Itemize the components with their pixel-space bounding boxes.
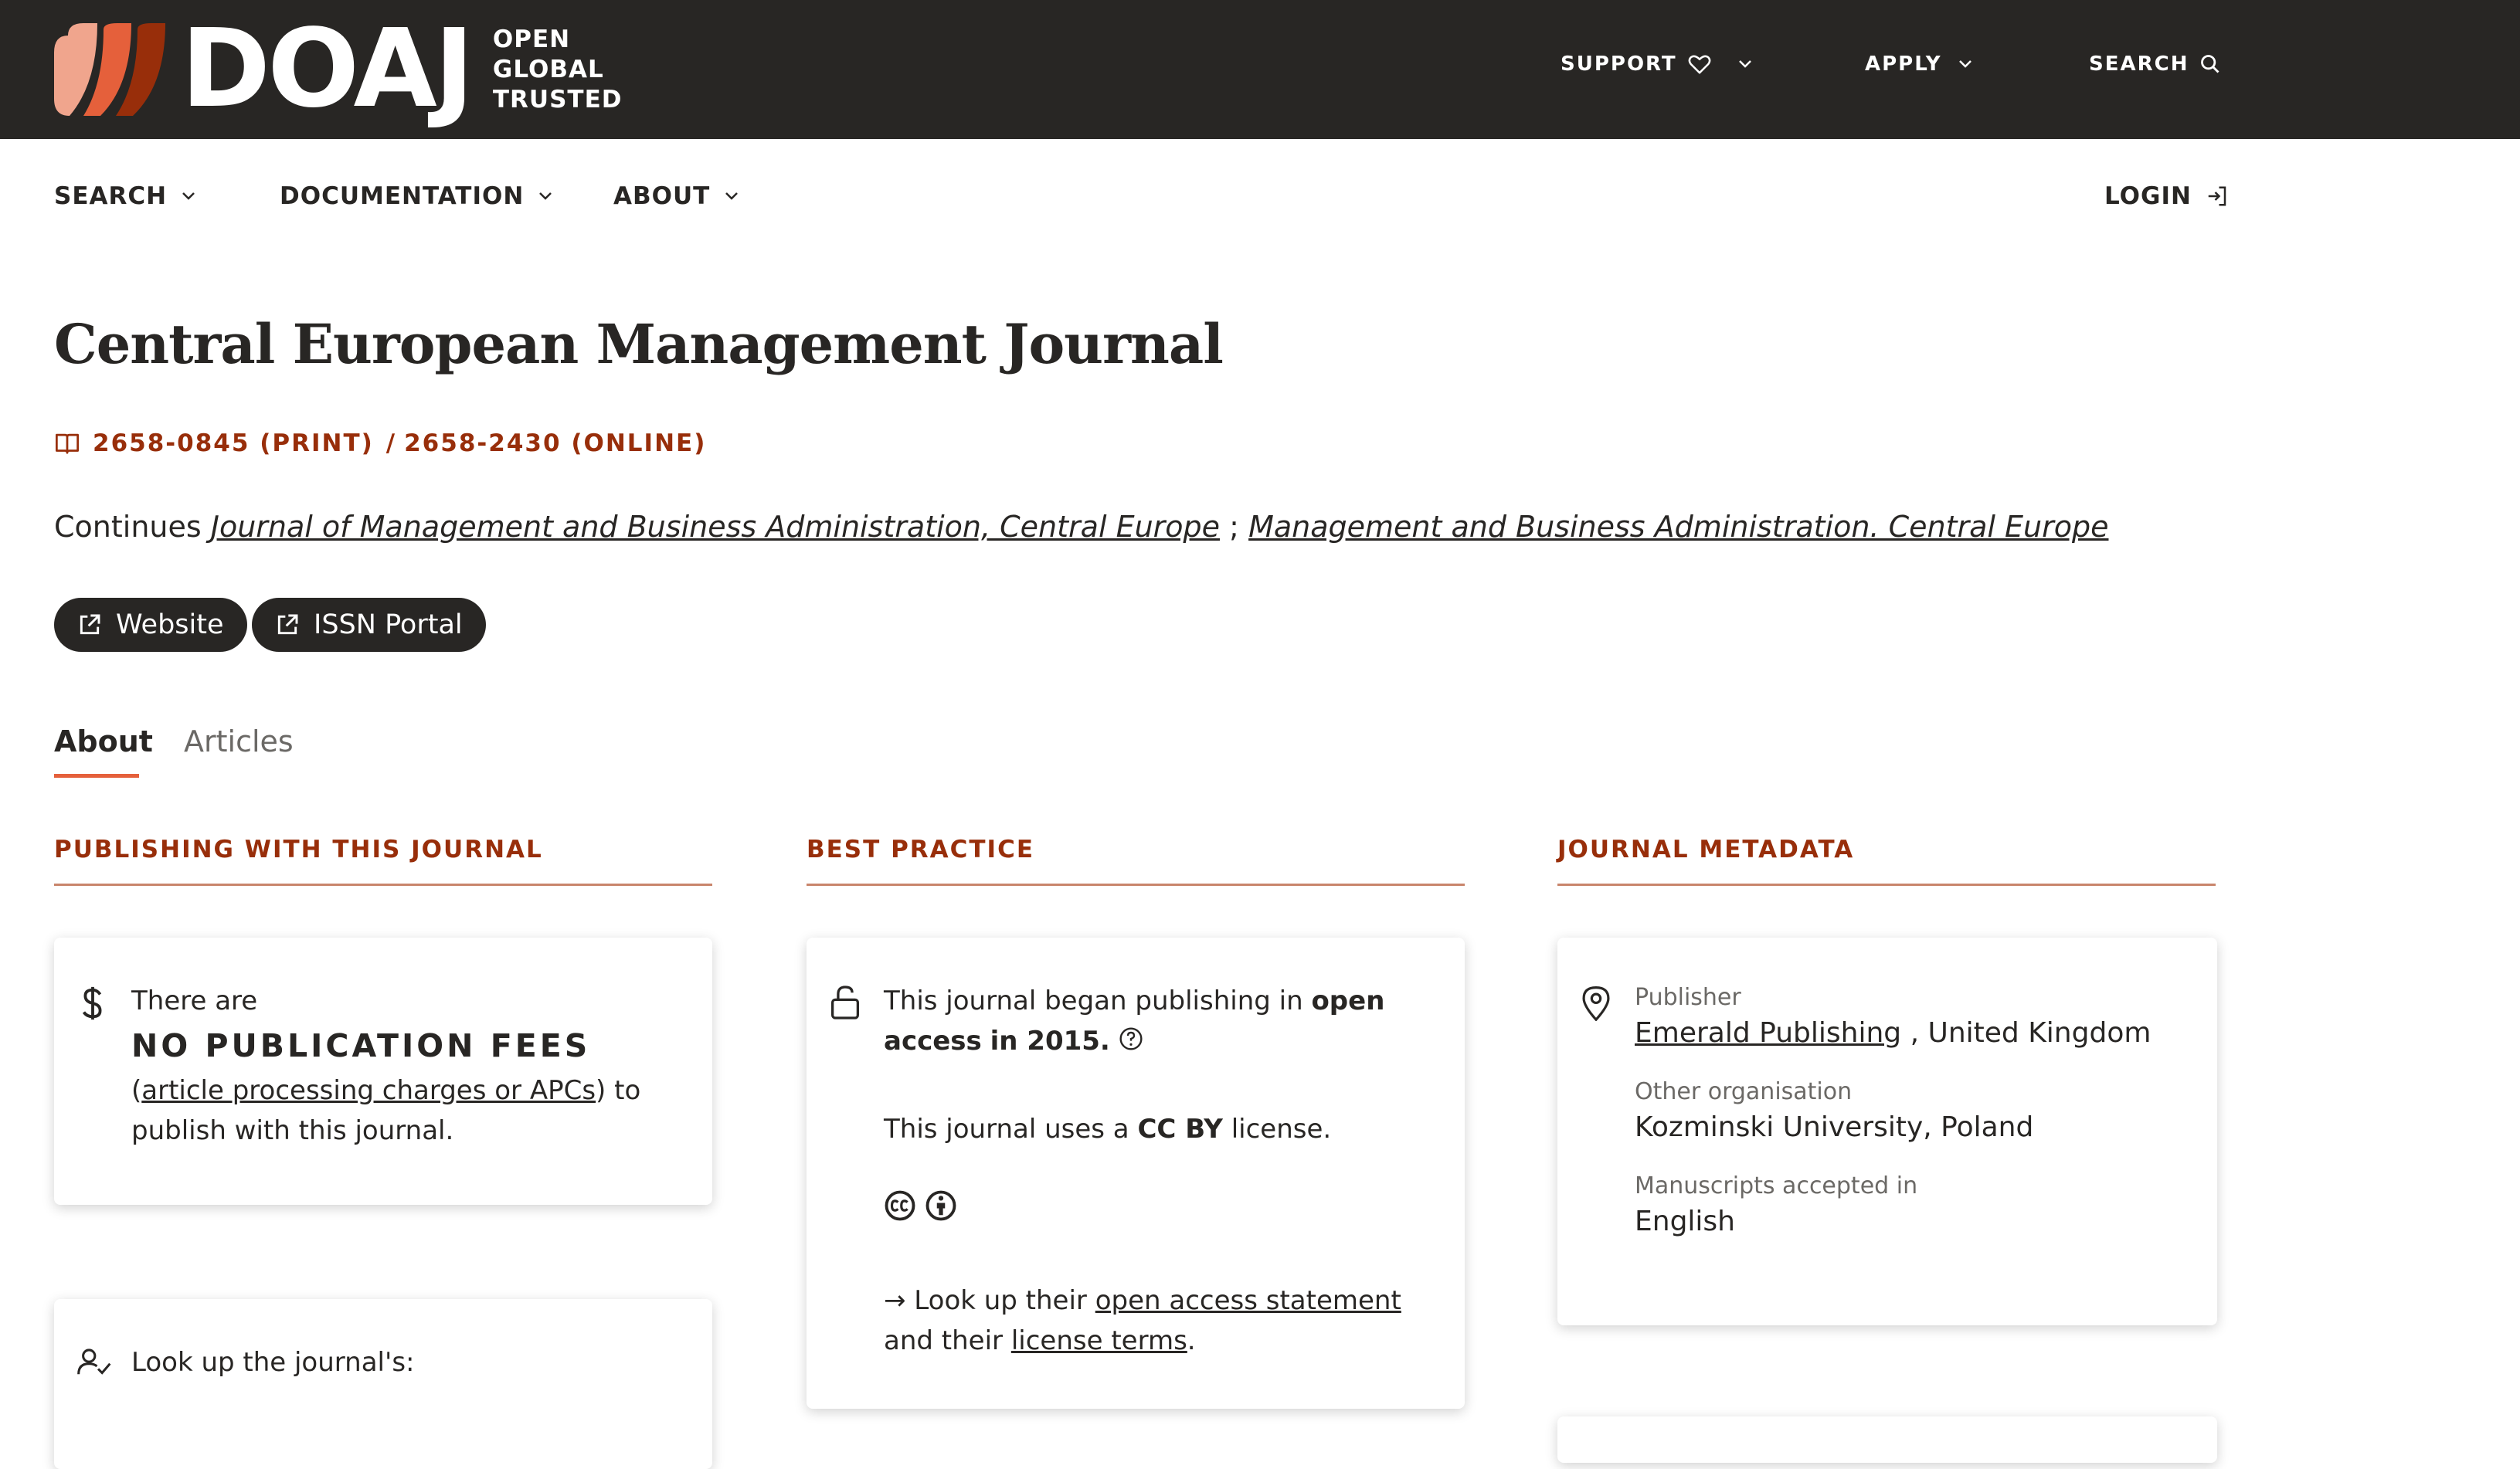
section-heading-metadata: JOURNAL METADATA	[1557, 836, 2216, 886]
license-bold: CC BY	[1137, 1114, 1223, 1145]
topnav-apply-label: APPLY	[1865, 53, 1942, 76]
tagline-global: GLOBAL	[492, 55, 604, 83]
fees-tail: publish with this journal.	[131, 1115, 454, 1146]
topnav-apply[interactable]: APPLY	[1865, 53, 1973, 76]
manuscripts-label: Manuscripts accepted in	[1635, 1172, 1918, 1199]
publisher-value: Emerald Publishing , United Kingdom	[1635, 1015, 2151, 1052]
doaj-logo[interactable]: DOAJ OPEN GLOBAL TRUSTED	[53, 15, 623, 124]
lookup-card: Look up the journal's:	[54, 1299, 712, 1469]
issn-print: 2658-0845 (PRINT)	[93, 429, 374, 457]
fees-card: There are NO PUBLICATION FEES (article p…	[54, 938, 712, 1205]
license-prefix: This journal uses a	[884, 1114, 1129, 1145]
topnav-search[interactable]: SEARCH	[2089, 53, 2221, 76]
lookup-statement-text: → Look up their open access statement an…	[884, 1281, 1455, 1361]
publisher-link[interactable]: Emerald Publishing	[1635, 1017, 1901, 1049]
subnav-documentation[interactable]: DOCUMENTATION	[280, 182, 553, 210]
subnav-documentation-label: DOCUMENTATION	[280, 182, 525, 210]
fees-text: There are NO PUBLICATION FEES (article p…	[131, 981, 640, 1151]
license-suffix: license.	[1231, 1114, 1332, 1145]
section-heading-best-practice: BEST PRACTICE	[807, 836, 1465, 886]
metadata-list: Publisher Emerald Publishing , United Ki…	[1635, 981, 2151, 1240]
license-terms-link[interactable]: license terms	[1011, 1325, 1187, 1356]
oa-prefix: This journal began publishing in	[884, 986, 1303, 1016]
continues-separator: ;	[1229, 510, 1239, 544]
logo-mark-icon	[54, 23, 165, 116]
book-icon	[56, 433, 79, 454]
publisher-label: Publisher	[1635, 984, 1741, 1011]
dollar-icon	[82, 986, 102, 1020]
chevron-down-icon	[1738, 60, 1751, 68]
lookup-and: and	[884, 1325, 933, 1356]
topnav-support-label: SUPPORT	[1561, 53, 1677, 76]
continues-link-2[interactable]: Management and Business Administration. …	[1248, 510, 2108, 544]
topnav-support[interactable]: SUPPORT	[1561, 53, 1753, 76]
subnav-search-label: SEARCH	[54, 182, 168, 210]
other-org-label: Other organisation	[1635, 1078, 1853, 1105]
website-button-label: Website	[116, 609, 224, 640]
publisher-country: , United Kingdom	[1910, 1017, 2152, 1049]
search-icon	[2201, 55, 2219, 73]
login-link[interactable]: LOGIN	[2104, 182, 2229, 210]
subnav-about-label: ABOUT	[613, 182, 711, 210]
login-label: LOGIN	[2104, 182, 2192, 210]
section-heading-publishing: PUBLISHING WITH THIS JOURNAL	[54, 836, 712, 886]
no-fees-heading: NO PUBLICATION FEES	[131, 1027, 591, 1064]
by-attribution-icon	[925, 1190, 956, 1221]
logo-wordmark: DOAJ	[181, 6, 474, 132]
metadata-card-next	[1557, 1416, 2217, 1463]
issn-separator: /	[385, 429, 397, 457]
tagline-open: OPEN	[492, 25, 571, 53]
fees-open-paren: (	[131, 1075, 142, 1106]
open-access-text: This journal began publishing in open ac…	[884, 981, 1440, 1061]
subnav-about[interactable]: ABOUT	[613, 182, 739, 210]
continues-line: Continues Journal of Management and Busi…	[54, 510, 2108, 544]
continues-prefix: Continues	[54, 510, 202, 544]
metadata-card: Publisher Emerald Publishing , United Ki…	[1557, 938, 2217, 1325]
issn-portal-button[interactable]: ISSN Portal	[252, 598, 486, 652]
external-link-icon	[277, 614, 298, 635]
logo-tagline: OPEN GLOBAL TRUSTED	[493, 25, 623, 115]
website-button[interactable]: Website	[54, 598, 247, 652]
lookup-prefix: → Look up their	[884, 1285, 1087, 1316]
top-header: DOAJ OPEN GLOBAL TRUSTED SUPPORT APPLY S…	[0, 0, 2520, 139]
user-check-icon	[77, 1349, 111, 1375]
other-org-value: Kozminski University, Poland	[1635, 1111, 2034, 1143]
chevron-down-icon	[539, 192, 552, 200]
subnav-search[interactable]: SEARCH	[54, 182, 196, 210]
issn-row: 2658-0845 (PRINT) / 2658-2430 (ONLINE)	[54, 429, 706, 457]
lookup-text: Look up the journal's:	[131, 1347, 415, 1378]
login-icon	[2208, 186, 2226, 206]
manuscripts-value: English	[1635, 1206, 1735, 1237]
fees-detail: (article processing charges or APCs) to	[131, 1070, 640, 1111]
open-access-statement-link[interactable]: open access statement	[1095, 1285, 1401, 1316]
help-icon[interactable]	[1119, 1026, 1143, 1051]
fees-intro: There are	[131, 986, 258, 1016]
oa-year: in 2015.	[990, 1026, 1110, 1057]
lookup-end: .	[1187, 1325, 1196, 1356]
chevron-down-icon	[182, 192, 195, 200]
topnav-search-label: SEARCH	[2089, 53, 2189, 76]
fees-close: ) to	[596, 1075, 641, 1106]
issn-online: 2658-2430 (ONLINE)	[404, 429, 707, 457]
apc-link[interactable]: article processing charges or APCs	[141, 1075, 596, 1106]
cc-by-badges	[884, 1189, 957, 1233]
best-practice-card: This journal began publishing in open ac…	[807, 938, 1465, 1409]
tab-articles[interactable]: Articles	[184, 724, 294, 758]
chevron-down-icon	[1958, 60, 1972, 68]
cc-icon	[885, 1190, 915, 1221]
chevron-down-icon	[725, 192, 739, 200]
page-title: Central European Management Journal	[54, 312, 1224, 376]
continues-link-1[interactable]: Journal of Management and Business Admin…	[211, 510, 1220, 544]
lookup-their: their	[941, 1325, 1004, 1356]
tab-about[interactable]: About	[54, 724, 153, 758]
license-text: This journal uses a CC BY license.	[884, 1109, 1331, 1149]
heart-icon	[1688, 55, 1711, 74]
unlock-icon	[831, 986, 859, 1019]
issn-portal-button-label: ISSN Portal	[314, 609, 463, 640]
location-pin-icon	[1582, 986, 1610, 1021]
external-link-icon	[80, 614, 100, 635]
tagline-trusted: TRUSTED	[492, 85, 623, 114]
active-tab-indicator	[54, 774, 139, 778]
